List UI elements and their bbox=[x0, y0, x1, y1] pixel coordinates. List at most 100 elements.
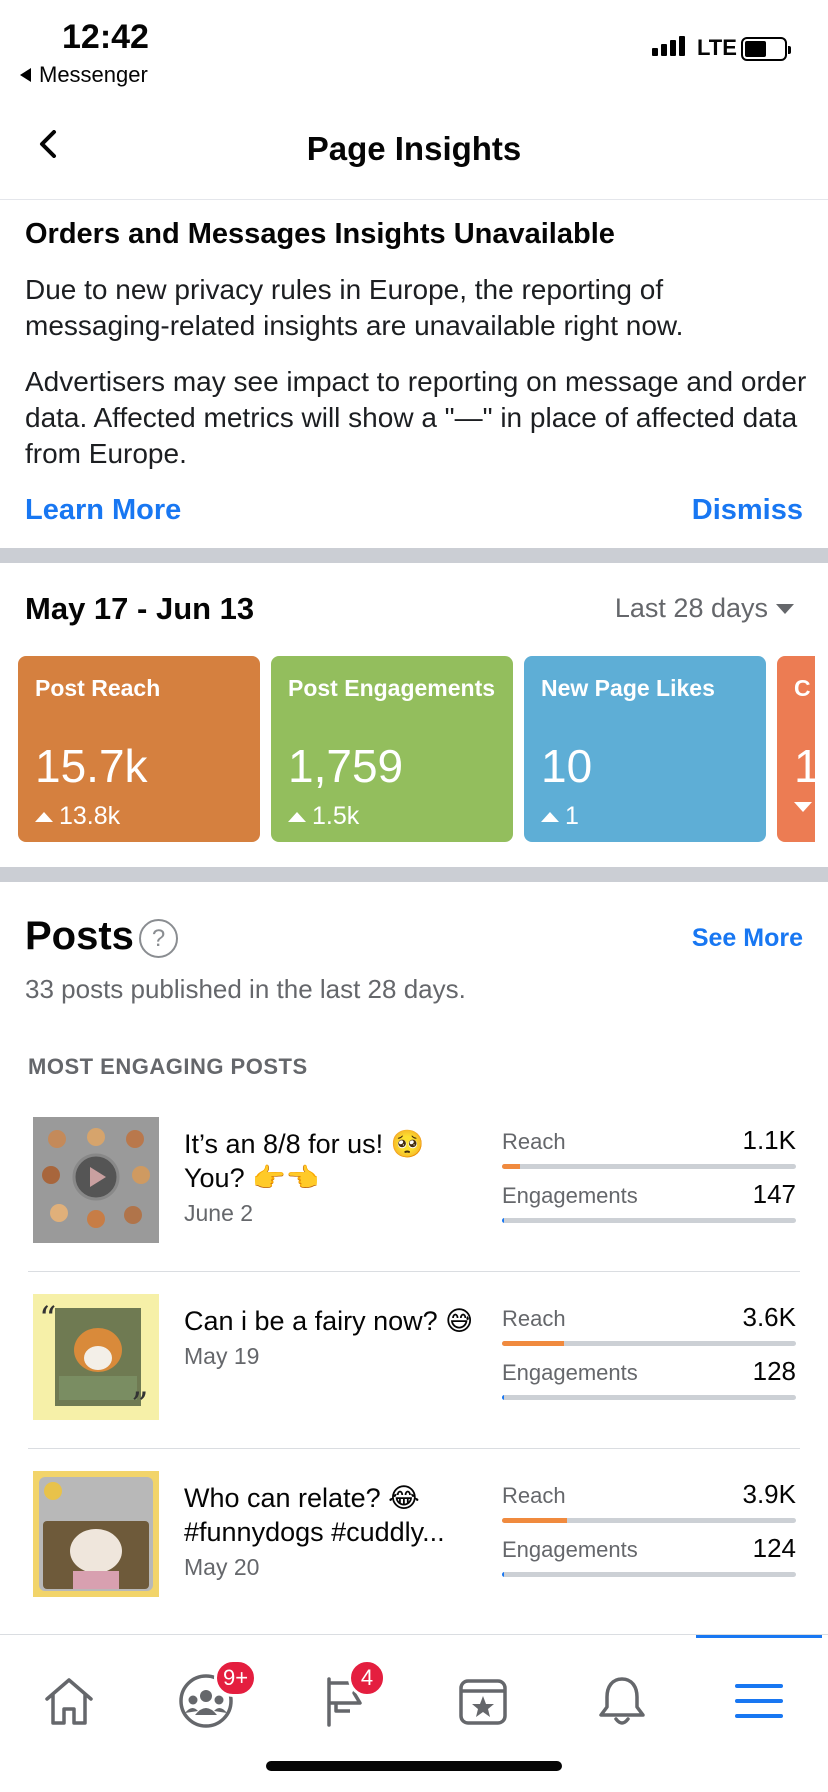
tab-groups[interactable]: 9+ bbox=[176, 1659, 258, 1731]
active-tab-indicator bbox=[696, 1635, 822, 1638]
metric-label: Post Engagements bbox=[288, 675, 496, 701]
engagements-bar-fill bbox=[502, 1395, 505, 1400]
metric-change: 1.5k bbox=[288, 802, 359, 831]
reach-bar-fill bbox=[502, 1164, 520, 1169]
arrow-down-icon bbox=[794, 802, 812, 812]
period-dropdown[interactable]: Last 28 days bbox=[615, 593, 794, 624]
metric-change-value: 13.8k bbox=[59, 802, 121, 830]
metric-change: 1 bbox=[541, 802, 579, 831]
reach-label: Reach bbox=[502, 1306, 566, 1331]
metric-label: C bbox=[794, 675, 811, 701]
page-title: Page Insights bbox=[306, 130, 522, 167]
post-caption: It’s an 8/8 for us! 🥺 You? 👉👈 bbox=[184, 1129, 425, 1193]
caret-down-icon bbox=[776, 603, 794, 614]
learn-more-link[interactable]: Learn More bbox=[25, 494, 181, 527]
reach-value: 3.6K bbox=[742, 1302, 797, 1332]
post-row[interactable]: “ ” Can i be a fairy now? 😅 May 19 Reach… bbox=[0, 1272, 828, 1449]
metric-value: 15.7k bbox=[35, 740, 148, 792]
pages-badge: 4 bbox=[348, 1659, 386, 1697]
metric-value: 1,759 bbox=[288, 740, 404, 792]
metric-card-partial[interactable]: C 1 bbox=[777, 656, 815, 842]
engagements-bar-fill bbox=[502, 1572, 505, 1577]
dismiss-button[interactable]: Dismiss bbox=[692, 494, 803, 527]
engagements-bar bbox=[502, 1218, 796, 1223]
notice-paragraph-1: Due to new privacy rules in Europe, the … bbox=[25, 274, 684, 341]
posts-subtitle: 33 posts published in the last 28 days. bbox=[25, 974, 466, 1004]
date-range: May 17 - Jun 13 bbox=[25, 591, 255, 626]
tab-pages[interactable]: 4 bbox=[316, 1659, 386, 1731]
engagements-value: 128 bbox=[752, 1356, 796, 1386]
post-date: May 20 bbox=[184, 1554, 260, 1580]
metrics-section: May 17 - Jun 13 Last 28 days Post Reach … bbox=[0, 563, 828, 867]
metric-change: 13.8k bbox=[35, 802, 120, 831]
engagements-value: 147 bbox=[752, 1179, 796, 1209]
home-icon bbox=[45, 1678, 93, 1725]
metric-label: New Page Likes bbox=[541, 675, 715, 701]
tab-marketplace[interactable] bbox=[453, 1671, 513, 1731]
posts-section: Posts ? See More 33 posts published in t… bbox=[0, 882, 828, 1634]
privacy-notice: Orders and Messages Insights Unavailable… bbox=[0, 200, 828, 548]
post-date: June 2 bbox=[184, 1200, 254, 1226]
see-more-link[interactable]: See More bbox=[692, 924, 803, 953]
reach-value: 3.9K bbox=[742, 1479, 797, 1509]
metric-change-value: 1.5k bbox=[312, 802, 360, 830]
post-text: Can i be a fairy now? 😅 May 19 bbox=[184, 1304, 474, 1372]
engagements-value: 124 bbox=[752, 1533, 796, 1563]
notifications-icon bbox=[599, 1677, 645, 1725]
engagements-bar bbox=[502, 1572, 796, 1577]
reach-stat: Reach 3.6K bbox=[502, 1302, 796, 1346]
notice-title: Orders and Messages Insights Unavailable bbox=[25, 218, 615, 250]
status-bar: 12:42 Messenger LTE bbox=[0, 0, 828, 92]
post-thumbnail bbox=[33, 1117, 159, 1243]
reach-stat: Reach 3.9K bbox=[502, 1479, 796, 1523]
tab-home[interactable] bbox=[39, 1671, 99, 1731]
notice-paragraph-2: Advertisers may see impact to reporting … bbox=[25, 366, 807, 469]
back-app-label: Messenger bbox=[39, 62, 148, 87]
help-icon[interactable]: ? bbox=[139, 919, 178, 958]
back-to-app-link[interactable]: Messenger bbox=[20, 62, 148, 88]
tab-menu[interactable] bbox=[729, 1671, 789, 1731]
metric-change bbox=[794, 802, 812, 812]
arrow-up-icon bbox=[541, 811, 559, 822]
signal-icon bbox=[652, 36, 685, 56]
post-row[interactable]: Who can relate? 😂 #funnydogs #cuddly... … bbox=[0, 1449, 828, 1626]
post-date: May 19 bbox=[184, 1343, 260, 1369]
metric-card-post-reach[interactable]: Post Reach 15.7k 13.8k bbox=[18, 656, 260, 842]
groups-badge: 9+ bbox=[214, 1659, 258, 1697]
reach-value: 1.1K bbox=[742, 1125, 797, 1155]
reach-label: Reach bbox=[502, 1483, 566, 1508]
svg-text:“: “ bbox=[39, 1299, 56, 1339]
network-type: LTE bbox=[697, 35, 737, 60]
post-text: It’s an 8/8 for us! 🥺 You? 👉👈 June 2 bbox=[184, 1127, 474, 1229]
section-header: MOST ENGAGING POSTS bbox=[28, 1054, 308, 1079]
engagements-stat: Engagements 124 bbox=[502, 1533, 796, 1577]
post-caption: Who can relate? 😂 #funnydogs #cuddly... bbox=[184, 1483, 445, 1547]
reach-bar-fill bbox=[502, 1518, 567, 1523]
reach-stat: Reach 1.1K bbox=[502, 1125, 796, 1169]
reach-bar bbox=[502, 1518, 796, 1523]
post-thumbnail bbox=[33, 1471, 159, 1597]
engagements-bar bbox=[502, 1395, 796, 1400]
reach-bar bbox=[502, 1164, 796, 1169]
menu-icon bbox=[735, 1684, 783, 1718]
tab-notifications[interactable] bbox=[592, 1671, 652, 1731]
post-row[interactable]: It’s an 8/8 for us! 🥺 You? 👉👈 June 2 Rea… bbox=[0, 1095, 828, 1272]
section-divider bbox=[0, 867, 828, 882]
post-text: Who can relate? 😂 #funnydogs #cuddly... … bbox=[184, 1481, 474, 1583]
metric-change-value: 1 bbox=[565, 802, 579, 830]
engagements-stat: Engagements 128 bbox=[502, 1356, 796, 1400]
post-thumbnail: “ ” bbox=[33, 1294, 159, 1420]
engagements-label: Engagements bbox=[502, 1537, 638, 1562]
bottom-tab-bar: 9+ 4 bbox=[0, 1634, 828, 1792]
section-divider bbox=[0, 548, 828, 563]
metric-value: 1 bbox=[794, 740, 815, 792]
home-indicator bbox=[266, 1761, 562, 1771]
metric-card-post-engagements[interactable]: Post Engagements 1,759 1.5k bbox=[271, 656, 513, 842]
svg-text:”: ” bbox=[131, 1385, 148, 1420]
status-time: 12:42 bbox=[62, 18, 149, 56]
post-caption: Can i be a fairy now? 😅 bbox=[184, 1306, 474, 1336]
metric-card-new-page-likes[interactable]: New Page Likes 10 1 bbox=[524, 656, 766, 842]
reach-label: Reach bbox=[502, 1129, 566, 1154]
metric-cards: Post Reach 15.7k 13.8k Post Engagements … bbox=[18, 656, 815, 842]
engagements-stat: Engagements 147 bbox=[502, 1179, 796, 1223]
